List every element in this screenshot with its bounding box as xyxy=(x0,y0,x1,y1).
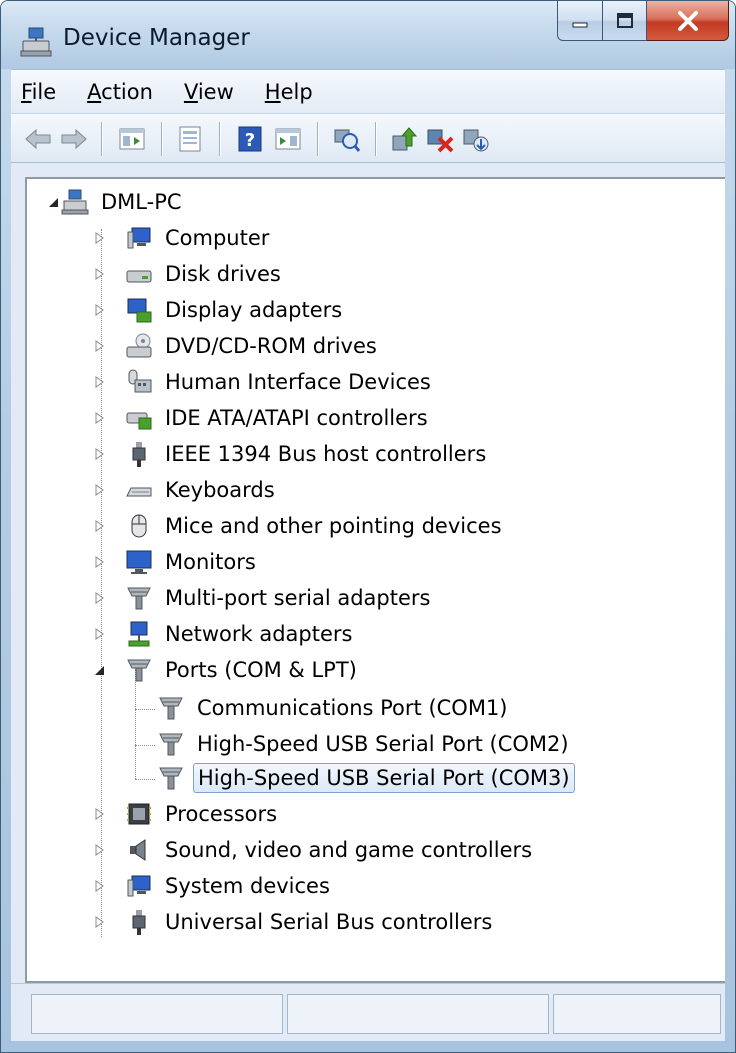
status-cell-2 xyxy=(287,994,549,1034)
expanded-arrow-icon[interactable] xyxy=(47,196,59,208)
show-hide-console-tree-icon[interactable] xyxy=(117,124,147,154)
network-adapter-icon xyxy=(128,621,150,647)
forward-arrow-icon[interactable] xyxy=(59,124,89,154)
collapsed-arrow-icon[interactable] xyxy=(93,232,105,244)
tree-item-ide-ata-atapi-controllers[interactable]: IDE ATA/ATAPI controllers xyxy=(27,401,432,435)
computer-icon xyxy=(127,875,151,897)
title-bar[interactable]: Device Manager xyxy=(1,1,735,69)
port-icon xyxy=(127,659,151,682)
disable-device-icon[interactable] xyxy=(461,124,491,154)
tree-item-processors[interactable]: Processors xyxy=(27,797,281,831)
menu-action[interactable]: Action xyxy=(87,80,153,104)
menu-file[interactable]: File xyxy=(21,80,56,104)
tree-item-monitors[interactable]: Monitors xyxy=(27,545,260,579)
device-manager-icon xyxy=(20,27,52,57)
collapsed-arrow-icon[interactable] xyxy=(93,628,105,640)
monitor-icon xyxy=(126,550,152,574)
usb-plug-icon xyxy=(132,910,146,935)
hid-icon xyxy=(128,369,152,393)
collapsed-arrow-icon[interactable] xyxy=(93,376,105,388)
collapsed-arrow-icon[interactable] xyxy=(93,484,105,496)
menu-bar: File Action View Help xyxy=(11,69,725,113)
maximize-icon xyxy=(616,12,633,28)
collapsed-arrow-icon[interactable] xyxy=(93,592,105,604)
computer-network-icon xyxy=(61,189,89,215)
uninstall-icon[interactable] xyxy=(425,124,455,154)
port-icon xyxy=(159,733,183,756)
properties-icon[interactable] xyxy=(175,124,205,154)
tree-item-usb-serial-port-com2[interactable]: High-Speed USB Serial Port (COM2) xyxy=(157,727,573,761)
device-tree[interactable]: DML-PC Computer Disk drives Display adap… xyxy=(25,177,725,983)
status-bar xyxy=(11,983,725,1041)
tree-item-communications-port-com1[interactable]: Communications Port (COM1) xyxy=(157,691,512,725)
scan-hardware-icon[interactable] xyxy=(331,124,361,154)
minimize-button[interactable] xyxy=(557,1,603,41)
collapsed-arrow-icon[interactable] xyxy=(93,808,105,820)
speaker-icon xyxy=(130,839,146,861)
tree-item-ieee-1394-bus-host-controllers[interactable]: IEEE 1394 Bus host controllers xyxy=(27,437,490,471)
tree-item-dvd-cd-rom-drives[interactable]: DVD/CD-ROM drives xyxy=(27,329,381,363)
tree-item-human-interface-devices[interactable]: Human Interface Devices xyxy=(27,365,435,399)
collapsed-arrow-icon[interactable] xyxy=(93,916,105,928)
collapsed-arrow-icon[interactable] xyxy=(93,412,105,424)
tree-item-network-adapters[interactable]: Network adapters xyxy=(27,617,356,651)
device-manager-window: Device Manager File Action View Help ? D… xyxy=(0,0,736,1053)
processor-icon xyxy=(127,803,151,825)
collapsed-arrow-icon[interactable] xyxy=(93,556,105,568)
tree-item-usb-serial-port-com3[interactable]: High-Speed USB Serial Port (COM3) xyxy=(157,761,575,795)
tree-item-sound-video-game-controllers[interactable]: Sound, video and game controllers xyxy=(27,833,536,867)
mouse-icon xyxy=(131,514,147,538)
tree-item-ports-com-lpt[interactable]: Ports (COM & LPT) xyxy=(27,653,361,687)
tree-item-universal-serial-bus-controllers[interactable]: Universal Serial Bus controllers xyxy=(27,905,496,939)
port-icon xyxy=(159,767,183,790)
collapsed-arrow-icon[interactable] xyxy=(93,520,105,532)
selected-item-label: High-Speed USB Serial Port (COM3) xyxy=(193,763,575,793)
keyboard-icon xyxy=(126,487,152,497)
ide-controller-icon xyxy=(126,412,152,430)
status-cell-1 xyxy=(31,994,283,1034)
disk-drive-icon xyxy=(126,270,152,283)
tree-root-dml-pc[interactable]: DML-PC xyxy=(27,185,186,219)
serial-port-icon xyxy=(127,587,151,610)
show-hide-action-pane-icon[interactable] xyxy=(273,124,303,154)
tree-item-system-devices[interactable]: System devices xyxy=(27,869,334,903)
tree-item-computer[interactable]: Computer xyxy=(27,221,273,255)
expanded-arrow-icon[interactable] xyxy=(93,664,105,676)
tree-item-display-adapters[interactable]: Display adapters xyxy=(27,293,346,327)
window-title: Device Manager xyxy=(63,25,250,51)
port-icon xyxy=(159,697,183,720)
display-adapter-icon xyxy=(127,298,152,323)
tree-item-keyboards[interactable]: Keyboards xyxy=(27,473,279,507)
close-button[interactable] xyxy=(647,1,729,41)
tree-item-disk-drives[interactable]: Disk drives xyxy=(27,257,285,291)
close-icon xyxy=(677,10,698,31)
minimize-icon xyxy=(572,22,588,27)
collapsed-arrow-icon[interactable] xyxy=(93,268,105,280)
back-arrow-icon[interactable] xyxy=(23,124,53,154)
update-driver-icon[interactable] xyxy=(389,124,419,154)
menu-help[interactable]: Help xyxy=(265,80,313,104)
collapsed-arrow-icon[interactable] xyxy=(93,340,105,352)
status-cell-3 xyxy=(553,994,721,1034)
collapsed-arrow-icon[interactable] xyxy=(93,448,105,460)
tree-item-multi-port-serial-adapters[interactable]: Multi-port serial adapters xyxy=(27,581,434,615)
tree-item-mice-and-other-pointing-devices[interactable]: Mice and other pointing devices xyxy=(27,509,506,543)
dvd-drive-icon xyxy=(126,333,152,358)
toolbar: ? xyxy=(11,113,725,163)
computer-icon xyxy=(127,227,151,249)
collapsed-arrow-icon[interactable] xyxy=(93,844,105,856)
collapsed-arrow-icon[interactable] xyxy=(93,304,105,316)
ieee1394-plug-icon xyxy=(132,442,146,467)
help-icon[interactable]: ? xyxy=(235,124,265,154)
maximize-button[interactable] xyxy=(603,1,647,41)
tree-root-label: DML-PC xyxy=(101,190,182,214)
collapsed-arrow-icon[interactable] xyxy=(93,880,105,892)
menu-view[interactable]: View xyxy=(184,80,234,104)
svg-text:?: ? xyxy=(245,130,255,151)
caption-buttons xyxy=(557,1,729,45)
